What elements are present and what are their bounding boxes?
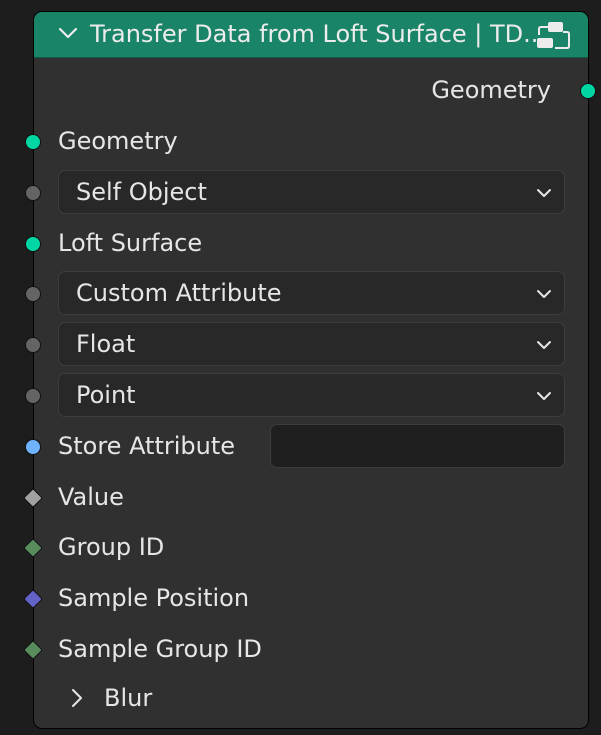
custom-attribute-socket[interactable] bbox=[25, 286, 41, 302]
domain-dropdown[interactable]: Point bbox=[58, 373, 565, 417]
domain-socket[interactable] bbox=[25, 388, 41, 404]
sample-position-socket[interactable] bbox=[23, 589, 43, 609]
self-object-socket[interactable] bbox=[25, 185, 41, 201]
custom-attribute-dropdown[interactable]: Custom Attribute bbox=[58, 271, 565, 315]
input-geometry-label: Geometry bbox=[58, 127, 178, 155]
domain-label: Point bbox=[76, 381, 136, 409]
float-type-socket[interactable] bbox=[25, 337, 41, 353]
chevron-down-icon bbox=[537, 290, 551, 298]
node-group-icon[interactable] bbox=[536, 19, 570, 51]
input-geometry-socket[interactable] bbox=[25, 134, 41, 150]
store-attribute-socket[interactable] bbox=[25, 439, 41, 455]
group-id-socket[interactable] bbox=[23, 538, 43, 558]
float-type-label: Float bbox=[76, 330, 136, 358]
loft-surface-label: Loft Surface bbox=[58, 229, 203, 257]
chevron-down-icon bbox=[537, 392, 551, 400]
float-type-dropdown[interactable]: Float bbox=[58, 322, 565, 366]
blur-panel-label[interactable]: Blur bbox=[104, 684, 152, 712]
loft-surface-socket[interactable] bbox=[25, 236, 41, 252]
sample-group-id-socket[interactable] bbox=[23, 640, 43, 660]
sample-position-label: Sample Position bbox=[58, 584, 250, 612]
node-title: Transfer Data from Loft Surface | TD... bbox=[90, 20, 547, 48]
transfer-data-node[interactable]: Transfer Data from Loft Surface | TD... … bbox=[23, 11, 596, 729]
output-geometry-socket[interactable] bbox=[580, 83, 596, 99]
custom-attribute-label: Custom Attribute bbox=[76, 279, 282, 307]
output-geometry-label: Geometry bbox=[431, 76, 551, 104]
value-label: Value bbox=[58, 483, 124, 511]
chevron-down-icon bbox=[537, 341, 551, 349]
group-id-label: Group ID bbox=[58, 533, 165, 561]
self-object-label: Self Object bbox=[76, 178, 207, 206]
store-attribute-field[interactable] bbox=[270, 424, 565, 468]
chevron-down-icon bbox=[537, 189, 551, 197]
node-header[interactable]: Transfer Data from Loft Surface | TD... bbox=[34, 12, 588, 58]
chevron-down-icon[interactable] bbox=[58, 26, 78, 40]
chevron-right-icon[interactable] bbox=[70, 688, 84, 708]
store-attribute-label: Store Attribute bbox=[58, 432, 236, 460]
self-object-dropdown[interactable]: Self Object bbox=[58, 170, 565, 214]
sample-group-id-label: Sample Group ID bbox=[58, 635, 262, 663]
value-socket[interactable] bbox=[23, 488, 43, 508]
